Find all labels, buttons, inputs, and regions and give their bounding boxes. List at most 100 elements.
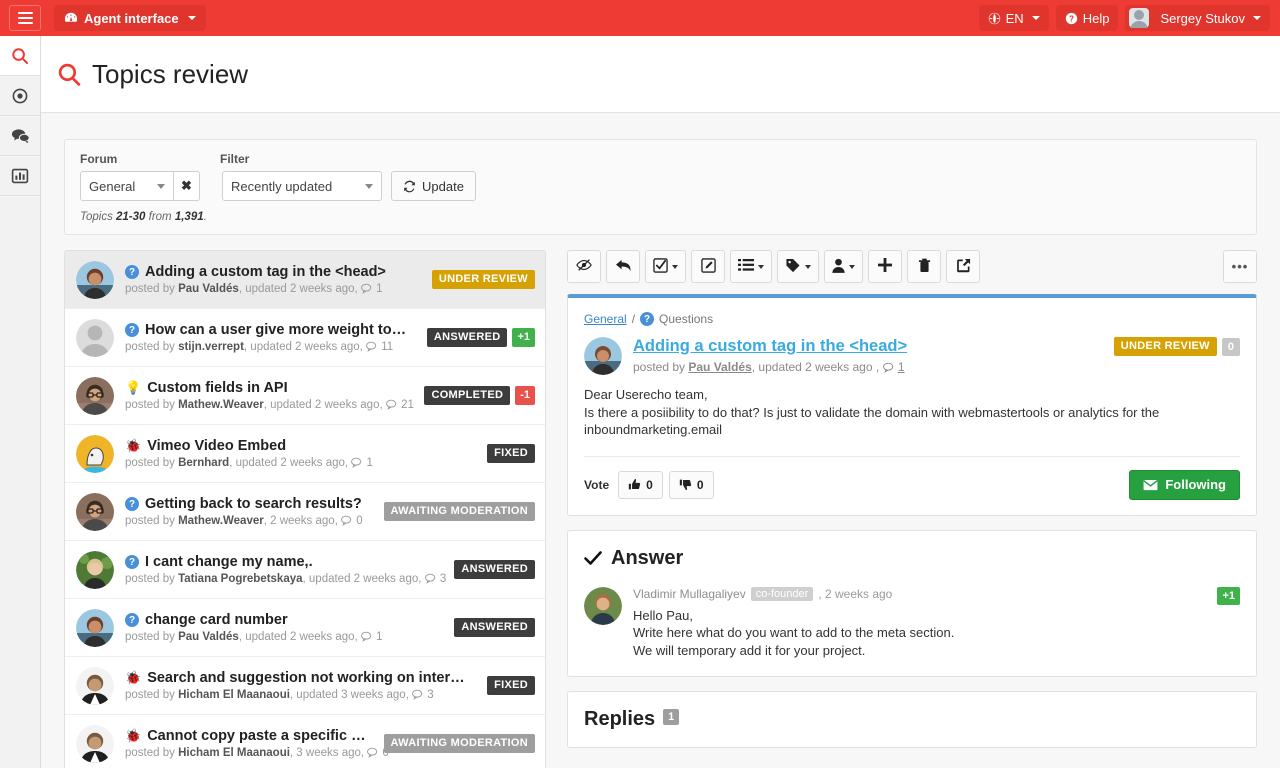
topic-list-item[interactable]: ? How can a user give more weight to vote… [65,309,545,367]
thumbs-up-icon [628,479,641,490]
topic-list-item[interactable]: ? I cant change my name,. posted by Tatian… [65,541,545,599]
topic-detail-title[interactable]: Adding a custom tag in the <head> [633,337,1103,356]
toolbar-check-square-button[interactable] [645,250,686,283]
answer-heading: Answer [584,547,1240,570]
following-button[interactable]: Following [1129,469,1240,500]
answer-card: Answer Vladimir Mullagaliyev co-founder … [567,529,1257,677]
breadcrumb-separator: / [631,312,636,326]
topic-detail-comment-count[interactable]: 1 [898,360,905,374]
topic-item-status-group: ANSWERED +1 [426,328,535,347]
avatar [76,666,114,705]
topic-item-status-group: AWAITING MODERATION [383,502,535,521]
update-button[interactable]: Update [391,171,476,201]
count-total: 1,391 [174,211,204,223]
left-icon-rail [0,36,41,768]
question-icon: ? [125,555,139,569]
topic-item-title-line: ? change card number [125,612,437,628]
topic-item-meta: posted by Bernhard, updated 2 weeks ago,… [125,457,373,469]
topic-item-title-line: 🐞 Vimeo Video Embed [125,438,470,454]
toolbar-more-button[interactable]: ••• [1223,250,1257,283]
topic-list-item[interactable]: 🐞 Cannot copy paste a specific conte… post… [65,715,545,768]
help-button[interactable]: ? Help [1055,5,1119,31]
check-square-icon [653,257,668,276]
topic-item-title-line: ? Getting back to search results? [125,496,367,512]
rail-item-comments[interactable] [0,116,40,156]
toolbar-reply-button[interactable] [606,250,640,283]
topic-list-item[interactable]: 🐞 Search and suggestion not working on in… [65,657,545,715]
topic-item-title: Custom fields in API [147,380,288,396]
sort-filter-select[interactable]: Recently updated [222,171,382,201]
toolbar-tag-button[interactable] [777,250,819,283]
topic-item-main: ? How can a user give more weight to vote… [125,322,410,353]
topic-detail-main: Adding a custom tag in the <head> posted… [633,337,1103,374]
toolbar-external-link-button[interactable] [946,250,980,283]
replies-count-badge: 1 [663,708,680,725]
forum-select[interactable]: General [80,171,174,201]
toolbar-trash-button[interactable] [907,250,941,283]
vote-up-button[interactable]: 0 [618,470,663,499]
filter-label: Filter [220,152,250,166]
question-icon: ? [640,312,655,326]
user-menu-button[interactable]: Sergey Stukov [1125,5,1270,31]
page-title: Topics review [57,59,248,90]
chevron-down-icon [758,264,764,269]
vote-badge: +1 [512,328,535,347]
topic-item-status-group: FIXED [487,444,535,463]
status-badge: UNDER REVIEW [431,270,535,289]
user-name-label: Sergey Stukov [1160,10,1245,26]
hamburger-menu-button[interactable] [9,5,41,31]
topic-item-main: 🐞 Cannot copy paste a specific conte… post… [125,728,389,759]
answer-text-line: We will temporary add it for your projec… [633,642,866,658]
rail-item-search[interactable] [0,36,40,76]
answer-heading-text: Answer [611,546,684,569]
topic-item-meta: posted by Hicham El Maanaoui, updated 3 … [125,689,434,701]
topic-list-item[interactable]: 🐞 Vimeo Video Embed posted by Bernhard, up… [65,425,545,483]
topic-list-item[interactable]: ? change card number posted by Pau Valdés,… [65,599,545,657]
toolbar-edit-button[interactable] [691,250,725,283]
toolbar-list-button[interactable] [730,250,772,283]
topic-item-meta: posted by Tatiana Pogrebetskaya, updated… [125,573,447,585]
bar-chart-icon [11,168,29,183]
topic-list-item[interactable]: ? Getting back to search results? posted b… [65,483,545,541]
vote-down-button[interactable]: 0 [668,470,714,499]
answer-text: Hello Pau, Write here what do you want to… [633,607,1206,660]
bug-icon: 🐞 [125,728,142,743]
language-button[interactable]: EN [978,5,1049,31]
topic-item-meta: posted by Pau Valdés, updated 2 weeks ag… [125,283,383,295]
topic-detail-card: General / ? Questions Adding a custom ta… [567,294,1257,516]
chevron-down-icon [1031,16,1040,20]
bug-icon: 🐞 [125,670,142,685]
status-badge: ANSWERED [454,560,535,579]
count-mid: from [145,211,175,223]
page-title-text: Topics review [92,58,249,89]
reply-icon [615,258,632,276]
user-icon [832,258,845,276]
forum-clear-button[interactable]: ✖ [174,171,200,201]
toolbar-user-button[interactable] [824,250,863,283]
count-prefix: Topics [80,211,117,223]
meta-prefix: posted by [633,360,689,374]
rail-item-statistics[interactable] [0,156,40,196]
topic-item-meta: posted by Mathew.Weaver, 2 weeks ago, 0 [125,515,363,527]
rail-item-target[interactable] [0,76,40,116]
vote-row: Vote 0 0 Following [584,469,1240,500]
breadcrumb-forum-link[interactable]: General [584,312,627,326]
toolbar-plus-button[interactable] [868,250,902,283]
avatar [76,492,114,531]
topic-item-title: Cannot copy paste a specific conte… [147,728,366,744]
comment-icon [360,283,372,294]
topic-detail-author-link[interactable]: Pau Valdés [688,360,751,374]
page-title-bar: Topics review [41,36,1280,113]
status-badge: UNDER REVIEW [1113,337,1217,356]
question-icon: ? [125,613,139,627]
vote-up-count: 0 [646,477,653,492]
sort-filter-value: Recently updated [231,178,333,194]
answer-timestamp: , 2 weeks ago [818,586,893,601]
topic-list-item[interactable]: 💡 Custom fields in API posted by Mathew.We… [65,367,545,425]
update-label: Update [422,178,464,194]
agent-interface-button[interactable]: Agent interface [54,5,206,31]
columns-wrapper: ? Adding a custom tag in the <head> posted… [64,250,1257,768]
question-icon: ? [125,497,139,511]
topic-list-item[interactable]: ? Adding a custom tag in the <head> posted… [65,251,545,309]
toolbar-hide-button[interactable] [567,250,601,283]
